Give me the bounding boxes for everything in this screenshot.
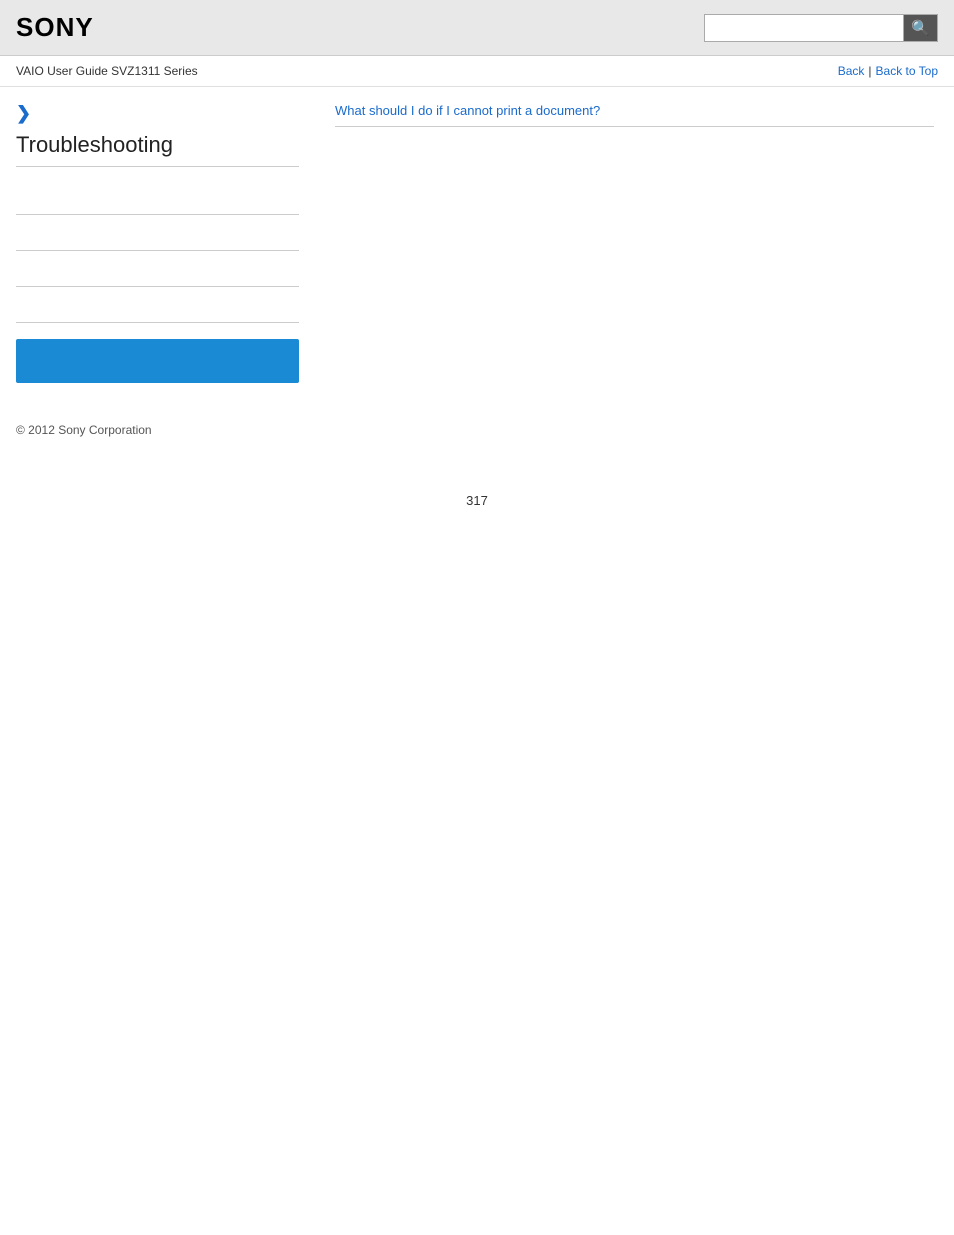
back-link[interactable]: Back [838,64,865,78]
sidebar-nav-link-2[interactable] [16,225,20,240]
sidebar-nav-item-2 [16,215,299,251]
content-main-link[interactable]: What should I do if I cannot print a doc… [335,103,934,118]
sidebar-nav-item-1 [16,179,299,215]
sidebar-nav-item-3 [16,251,299,287]
guide-title: VAIO User Guide SVZ1311 Series [16,64,198,78]
sidebar-nav-link-1[interactable] [16,189,20,204]
sidebar-nav-link-4[interactable] [16,297,20,312]
sidebar-nav-link-3[interactable] [16,261,20,276]
sidebar: ❯ Troubleshooting [0,87,315,399]
back-to-top-link[interactable]: Back to Top [876,64,938,78]
header: SONY 🔍 [0,0,954,56]
search-input[interactable] [704,14,904,42]
header-search-area: 🔍 [704,14,938,42]
chevron-icon: ❯ [16,103,299,124]
sidebar-blue-bar [16,339,299,383]
main-content: ❯ Troubleshooting What should I do if I … [0,87,954,399]
search-button[interactable]: 🔍 [904,14,938,42]
sidebar-title: Troubleshooting [16,132,299,167]
breadcrumb-separator: | [868,64,871,78]
search-icon: 🔍 [911,19,930,37]
sidebar-nav-item-4 [16,287,299,323]
sidebar-nav [16,179,299,323]
sony-logo: SONY [16,12,94,43]
page-number: 317 [0,493,954,528]
back-to-top-label: Back to Top [876,64,938,78]
breadcrumb-bar: VAIO User Guide SVZ1311 Series Back | Ba… [0,56,954,87]
footer: © 2012 Sony Corporation [0,407,954,453]
copyright-text: © 2012 Sony Corporation [16,423,152,437]
breadcrumb-links: Back | Back to Top [838,64,938,78]
content-divider [335,126,934,127]
content-area: What should I do if I cannot print a doc… [315,87,954,399]
